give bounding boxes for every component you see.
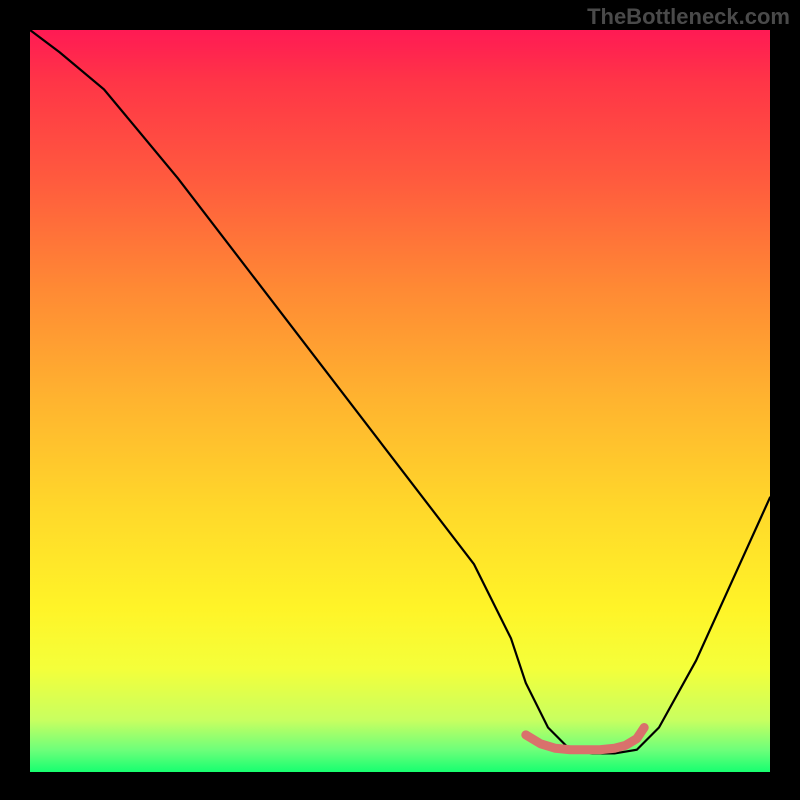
chart-container: TheBottleneck.com	[0, 0, 800, 800]
plot-area	[30, 30, 770, 772]
watermark-text: TheBottleneck.com	[587, 4, 790, 30]
bottleneck-curve-line	[30, 30, 770, 753]
chart-svg	[30, 30, 770, 772]
optimal-zone-line	[526, 727, 644, 749]
